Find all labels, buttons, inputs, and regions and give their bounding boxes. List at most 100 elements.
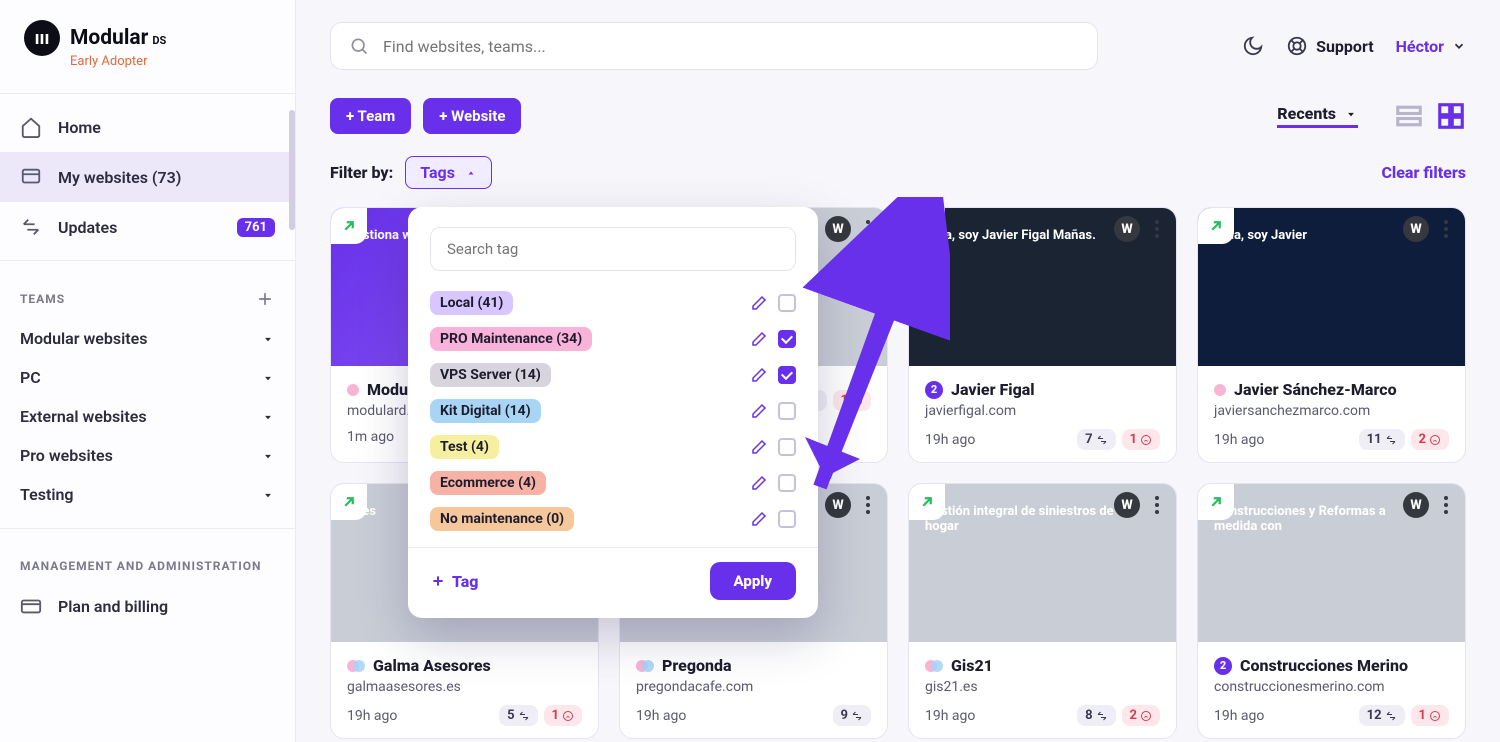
logo-icon: ııı xyxy=(24,20,60,56)
card-title: Construcciones Merino xyxy=(1240,656,1408,675)
team-item[interactable]: Pro websites xyxy=(0,436,295,475)
wordpress-icon: W xyxy=(1114,492,1140,518)
external-link-icon xyxy=(340,493,358,511)
sort-dropdown[interactable]: Recents xyxy=(1277,104,1358,128)
open-site-badge[interactable] xyxy=(331,208,367,244)
card-title: Gis21 xyxy=(951,656,993,675)
user-menu[interactable]: Héctor xyxy=(1396,37,1466,56)
card-icon xyxy=(20,595,42,617)
card-menu-icon[interactable] xyxy=(859,216,877,242)
team-item[interactable]: Modular websites xyxy=(0,319,295,358)
pencil-icon[interactable] xyxy=(750,366,768,384)
sidebar: ııı Modular DS Early Adopter Home My web… xyxy=(0,0,296,742)
add-tag-button[interactable]: Tag xyxy=(430,572,478,591)
add-team-button[interactable]: + Team xyxy=(330,98,411,134)
card-menu-icon[interactable] xyxy=(1148,492,1166,518)
issues-pill: 2 xyxy=(1122,705,1160,726)
tag-checkbox[interactable] xyxy=(778,330,796,348)
tag-checkbox[interactable] xyxy=(778,438,796,456)
card-title: Javier Figal xyxy=(951,380,1035,399)
nav-my-websites[interactable]: My websites (73) xyxy=(0,152,295,202)
clear-filters-link[interactable]: Clear filters xyxy=(1381,163,1466,182)
pencil-icon[interactable] xyxy=(750,510,768,528)
tag-checkbox[interactable] xyxy=(778,510,796,528)
support-link[interactable]: Support xyxy=(1286,35,1374,57)
open-site-badge[interactable] xyxy=(1198,484,1234,520)
updates-pill: 7 xyxy=(1077,429,1115,450)
logo-subtitle: Early Adopter xyxy=(70,54,271,69)
pencil-icon[interactable] xyxy=(750,438,768,456)
team-item[interactable]: PC xyxy=(0,358,295,397)
card-url: construccionesmerino.com xyxy=(1214,679,1449,695)
caret-up-icon xyxy=(465,167,477,179)
nav-updates[interactable]: Updates 761 xyxy=(0,202,295,252)
home-icon xyxy=(20,116,42,138)
card-menu-icon[interactable] xyxy=(1437,216,1455,242)
chevron-down-icon xyxy=(261,371,275,385)
nav-label: Home xyxy=(58,118,101,137)
tags-filter-button[interactable]: Tags xyxy=(405,156,492,189)
team-item[interactable]: External websites xyxy=(0,397,295,436)
updates-badge: 761 xyxy=(237,218,275,237)
card-url: javiersanchezmarco.com xyxy=(1214,403,1449,419)
pencil-icon[interactable] xyxy=(750,474,768,492)
wordpress-icon: W xyxy=(825,492,851,518)
chevron-down-icon xyxy=(261,410,275,424)
nav-label: Plan and billing xyxy=(58,597,168,616)
card-thumbnail: Hola, soy Javier Figal Mañas.W xyxy=(909,208,1176,366)
open-site-badge[interactable] xyxy=(1198,208,1234,244)
card-menu-icon[interactable] xyxy=(1148,216,1166,242)
issues-pill: 1 xyxy=(833,390,871,411)
pencil-icon[interactable] xyxy=(750,294,768,312)
updates-pill: 11 xyxy=(1359,429,1405,450)
updates-icon xyxy=(20,216,42,238)
card-title: Javier Sánchez-Marco xyxy=(1234,380,1397,399)
moon-icon[interactable] xyxy=(1242,35,1264,57)
search-box[interactable] xyxy=(330,22,1098,70)
tag-checkbox[interactable] xyxy=(778,366,796,384)
card-title: Galma Asesores xyxy=(373,656,491,675)
team-item[interactable]: Testing xyxy=(0,475,295,514)
open-site-badge[interactable] xyxy=(909,484,945,520)
nav-home[interactable]: Home xyxy=(0,102,295,152)
tag-checkbox[interactable] xyxy=(778,402,796,420)
plus-icon xyxy=(430,573,446,589)
search-input[interactable] xyxy=(383,37,1079,56)
tag-row: VPS Server (14) xyxy=(430,357,796,393)
open-site-badge[interactable] xyxy=(331,484,367,520)
websites-icon xyxy=(20,166,42,188)
tag-chip: Test (4) xyxy=(430,435,499,459)
website-card[interactable]: Hola, soy Javier Figal Mañas.W2Javier Fi… xyxy=(908,207,1177,463)
card-age: 19h ago xyxy=(636,708,686,724)
wordpress-icon: W xyxy=(1114,216,1140,242)
tag-checkbox[interactable] xyxy=(778,474,796,492)
logo-area: ııı Modular DS Early Adopter xyxy=(0,0,295,85)
card-age: 19h ago xyxy=(1214,708,1264,724)
card-url: gis21.es xyxy=(925,679,1160,695)
pencil-icon[interactable] xyxy=(750,402,768,420)
chevron-down-icon xyxy=(1452,39,1466,53)
card-menu-icon[interactable] xyxy=(859,492,877,518)
grid-view-icon[interactable] xyxy=(1436,101,1466,131)
search-icon xyxy=(349,36,369,56)
tag-row: Test (4) xyxy=(430,429,796,465)
open-site-badge[interactable] xyxy=(909,208,945,244)
pencil-icon[interactable] xyxy=(750,330,768,348)
card-menu-icon[interactable] xyxy=(1437,492,1455,518)
updates-pill: 9 xyxy=(833,705,871,726)
website-card[interactable]: Gestión integral de siniestros de hogarW… xyxy=(908,483,1177,739)
teams-heading: TEAMS xyxy=(0,269,295,319)
list-view-icon[interactable] xyxy=(1394,101,1424,131)
tag-search-input[interactable] xyxy=(430,227,796,271)
filter-row: Filter by: Tags Clear filters xyxy=(330,156,1466,189)
add-website-button[interactable]: + Website xyxy=(423,98,521,134)
add-team-icon[interactable] xyxy=(255,289,275,309)
external-link-icon xyxy=(1207,493,1225,511)
website-card[interactable]: Hola, soy JavierWJavier Sánchez-Marcojav… xyxy=(1197,207,1466,463)
updates-pill: 8 xyxy=(1077,705,1115,726)
tag-checkbox[interactable] xyxy=(778,294,796,312)
apply-button[interactable]: Apply xyxy=(710,562,796,600)
tag-chip: Kit Digital (14) xyxy=(430,399,541,423)
website-card[interactable]: Construcciones y Reformas a medida conW2… xyxy=(1197,483,1466,739)
nav-plan-billing[interactable]: Plan and billing xyxy=(0,581,295,631)
